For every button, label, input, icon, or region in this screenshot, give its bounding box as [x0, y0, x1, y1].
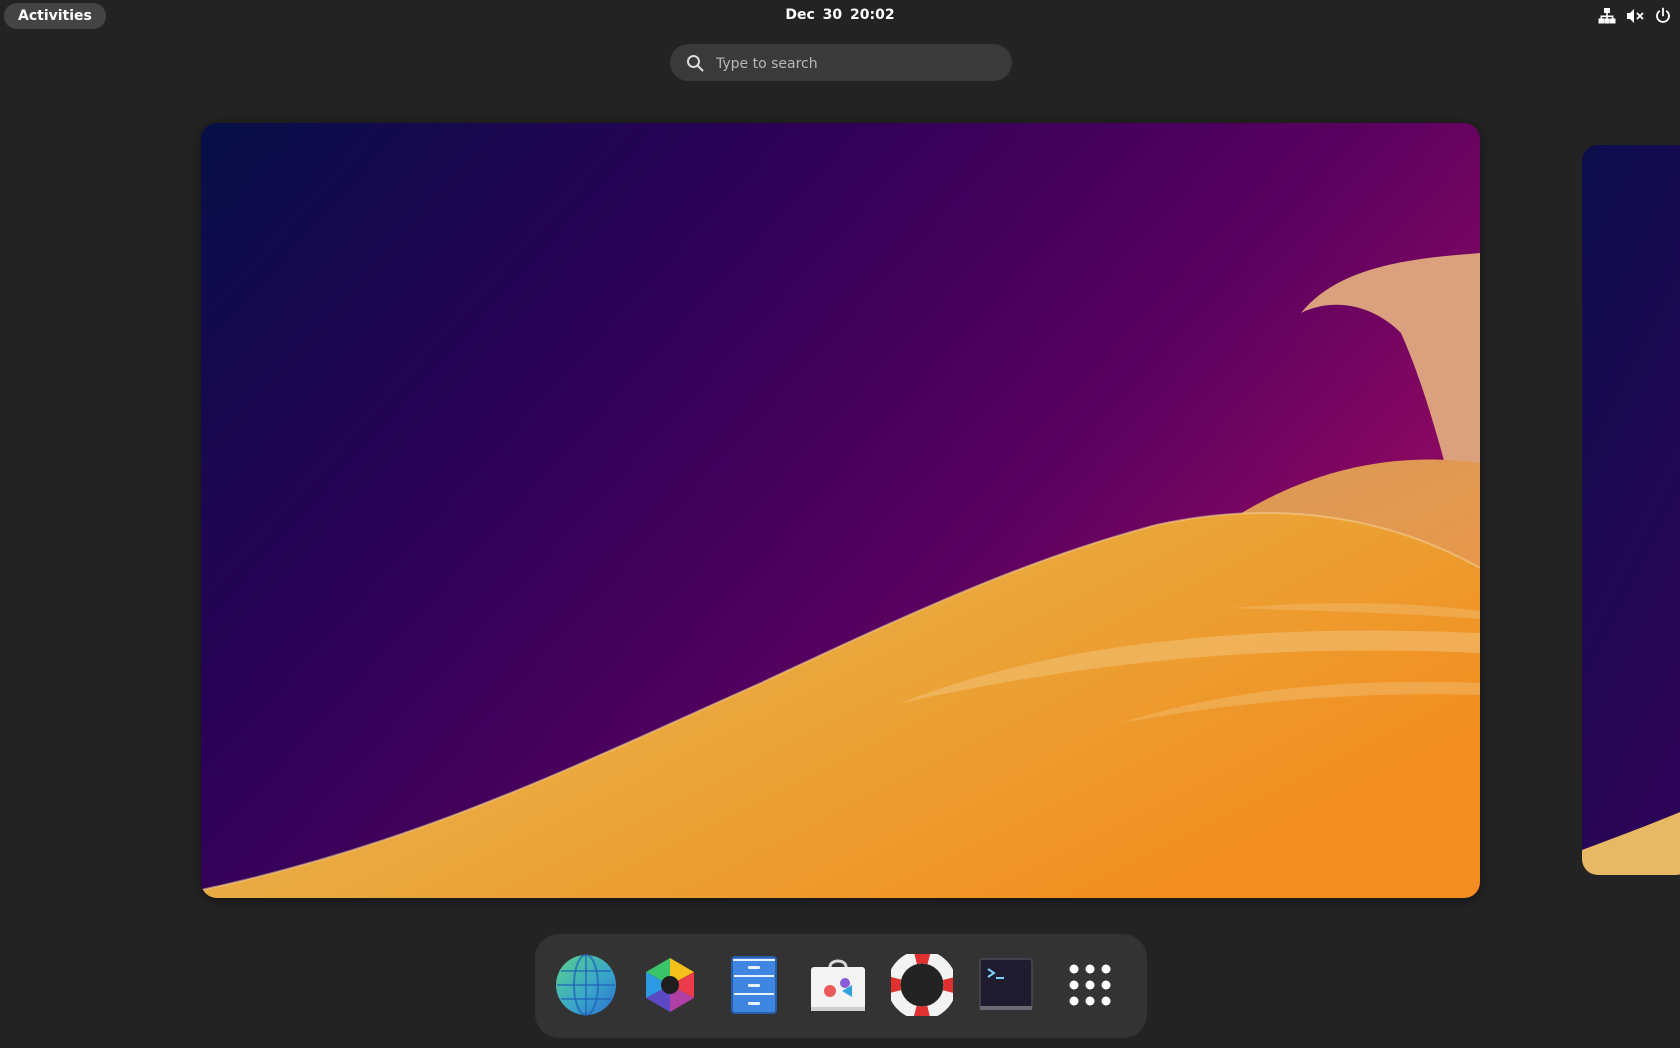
power-icon[interactable] [1654, 7, 1672, 25]
color-hexagon-icon [640, 955, 700, 1019]
dock-item-help[interactable] [887, 950, 957, 1020]
workspace-thumbnail-active[interactable] [201, 123, 1480, 898]
clock[interactable]: Dec 30 20:02 [0, 0, 1680, 31]
shopping-bag-icon [808, 955, 868, 1019]
wallpaper-image [1582, 145, 1680, 875]
workspace-thumbnail-next[interactable] [1582, 145, 1680, 875]
globe-icon [555, 954, 617, 1020]
search-icon [686, 54, 704, 72]
audio-muted-icon[interactable] [1626, 7, 1644, 25]
top-bar: Activities Dec 30 20:02 [0, 0, 1680, 31]
dash [535, 934, 1147, 1038]
system-tray[interactable] [1598, 7, 1672, 25]
search-entry[interactable] [670, 44, 1012, 83]
search-input[interactable] [714, 44, 998, 83]
dock-item-software[interactable] [805, 954, 871, 1020]
dock-item-terminal[interactable] [973, 954, 1039, 1020]
show-apps-button[interactable] [1057, 954, 1123, 1020]
lifebuoy-icon [887, 950, 957, 1020]
dock-item-web-browser[interactable] [553, 954, 619, 1020]
app-grid-icon [1069, 964, 1111, 1010]
dock-item-files[interactable] [721, 954, 787, 1020]
terminal-icon [979, 958, 1033, 1016]
file-cabinet-icon [730, 955, 778, 1019]
dock-item-photo-app[interactable] [637, 954, 703, 1020]
network-wired-icon[interactable] [1598, 7, 1616, 25]
wallpaper-image [201, 123, 1480, 898]
